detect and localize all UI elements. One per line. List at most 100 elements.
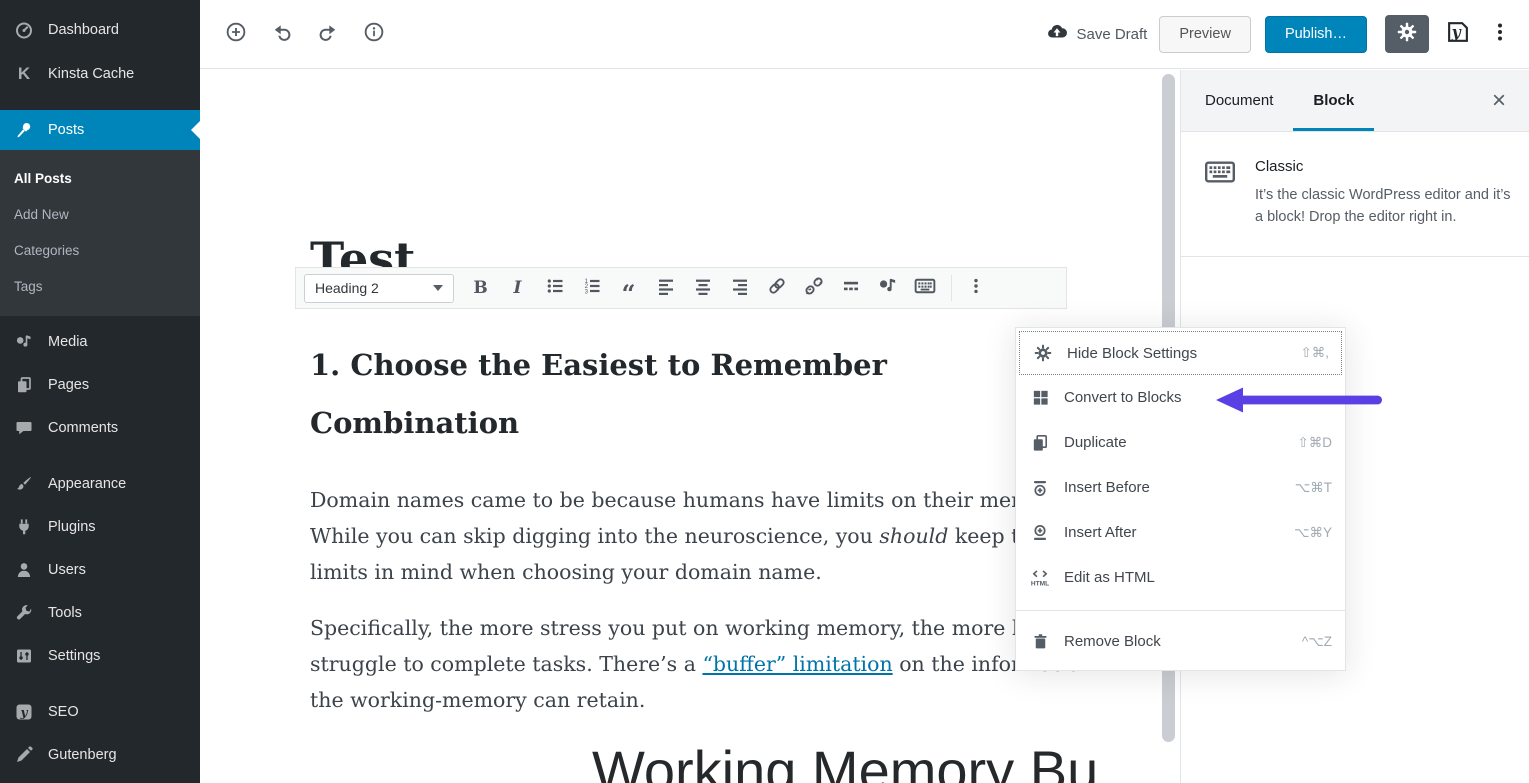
sidebar-item-posts[interactable]: Posts <box>0 110 200 150</box>
header-tools-right: Save Draft Preview Publish… y <box>1046 15 1529 53</box>
sliders-icon <box>13 645 35 667</box>
submenu-item-tags[interactable]: Tags <box>0 268 200 304</box>
plug-icon <box>13 516 35 538</box>
sidebar-item-label: SEO <box>48 704 79 720</box>
menu-item-label: Insert Before <box>1064 479 1150 496</box>
sidebar-item-media[interactable]: Media <box>0 320 200 363</box>
block-options-button[interactable] <box>957 269 994 307</box>
publish-button[interactable]: Publish… <box>1265 16 1367 53</box>
emphasized-text: should <box>879 524 948 548</box>
add-media-button[interactable] <box>869 269 906 307</box>
menu-item-label: Hide Block Settings <box>1067 345 1197 362</box>
blockquote-button[interactable]: “ <box>610 269 647 307</box>
menu-item-insert-before[interactable]: Insert Before ⌥⌘T <box>1016 465 1345 510</box>
sidebar-item-label: Comments <box>48 420 118 436</box>
sidebar-item-seo[interactable]: y SEO <box>0 690 200 733</box>
align-left-icon <box>656 276 676 301</box>
menu-item-insert-after[interactable]: Insert After ⌥⌘Y <box>1016 510 1345 555</box>
link-icon <box>766 275 788 302</box>
sidebar-item-tools[interactable]: Tools <box>0 591 200 634</box>
submenu-item-all-posts[interactable]: All Posts <box>0 160 200 196</box>
sidebar-item-gutenberg[interactable]: Gutenberg <box>0 733 200 776</box>
classic-block-toolbar: Heading 2 B I 123 “ <box>295 267 1067 309</box>
post-image-cropped[interactable]: Working Memory Bu <box>592 738 1098 783</box>
submenu-item-categories[interactable]: Categories <box>0 232 200 268</box>
cloud-upload-icon <box>1046 21 1068 47</box>
menu-item-edit-as-html[interactable]: HTML Edit as HTML <box>1016 555 1345 600</box>
sidebar-item-pages[interactable]: Pages <box>0 363 200 406</box>
undo-button[interactable] <box>264 16 300 52</box>
svg-text:y: y <box>20 705 29 719</box>
menu-item-hide-block-settings[interactable]: Hide Block Settings ⇧⌘, <box>1019 331 1342 375</box>
paragraph-block-1[interactable]: Domain names came to be because humans h… <box>310 482 1068 590</box>
sidebar-item-comments[interactable]: Comments <box>0 406 200 449</box>
html-icon: HTML <box>1029 567 1051 589</box>
sidebar-item-label: Posts <box>48 122 84 138</box>
trash-icon <box>1029 631 1051 653</box>
keyboard-shortcuts-button[interactable] <box>906 269 943 307</box>
sidebar-item-label: Users <box>48 562 86 578</box>
numbered-list-button[interactable]: 123 <box>573 269 610 307</box>
sidebar-item-dashboard[interactable]: Dashboard <box>0 8 200 52</box>
sidebar-item-label: Kinsta Cache <box>48 66 134 82</box>
paragraph-block-2[interactable]: Specifically, the more stress you put on… <box>310 610 1094 718</box>
block-info-card: Classic It’s the classic WordPress edito… <box>1181 132 1529 257</box>
keyboard-icon <box>913 274 937 303</box>
header-tools-left <box>218 16 392 52</box>
align-right-button[interactable] <box>721 269 758 307</box>
bold-icon: B <box>473 278 487 298</box>
menu-item-remove-block[interactable]: Remove Block ^⌥Z <box>1016 619 1345 664</box>
block-inserter-button[interactable] <box>218 16 254 52</box>
buffer-limitation-link[interactable]: “buffer” limitation <box>702 652 892 676</box>
sidebar-item-plugins[interactable]: Plugins <box>0 505 200 548</box>
insert-before-icon <box>1029 477 1051 499</box>
shortcut-label: ⇧⌘, <box>1300 345 1329 361</box>
sidebar-item-label: Settings <box>48 648 100 664</box>
save-draft-button[interactable]: Save Draft <box>1046 21 1147 47</box>
shortcut-label: ⌥⌘Y <box>1294 525 1332 541</box>
italic-button[interactable]: I <box>499 269 536 307</box>
insert-more-tag-button[interactable] <box>832 269 869 307</box>
tab-block[interactable]: Block <box>1293 70 1374 131</box>
content-structure-button[interactable] <box>356 16 392 52</box>
post-heading-block[interactable]: 1. Choose the Easiest to Remember Combin… <box>310 336 887 452</box>
insert-link-button[interactable] <box>758 269 795 307</box>
sidebar-item-appearance[interactable]: Appearance <box>0 462 200 505</box>
kinsta-icon: K <box>13 63 35 85</box>
yoast-icon: y <box>1445 19 1471 50</box>
preview-button[interactable]: Preview <box>1159 16 1251 53</box>
bulleted-list-button[interactable] <box>536 269 573 307</box>
wordpress-editor-window: Dashboard K Kinsta Cache Posts All Posts… <box>0 0 1529 783</box>
shortcut-label: ^⌥Z <box>1302 634 1332 650</box>
pages-icon <box>13 374 35 396</box>
settings-toggle-button[interactable] <box>1385 15 1429 53</box>
bold-button[interactable]: B <box>462 269 499 307</box>
sidebar-item-users[interactable]: Users <box>0 548 200 591</box>
paragraph-style-select[interactable]: Heading 2 <box>304 274 454 303</box>
media-icon <box>13 331 35 353</box>
menu-item-label: Duplicate <box>1064 434 1127 451</box>
sidebar-item-settings[interactable]: Settings <box>0 634 200 677</box>
italic-icon: I <box>514 278 522 298</box>
sidebar-item-label: Tools <box>48 605 82 621</box>
redo-button[interactable] <box>310 16 346 52</box>
menu-item-duplicate[interactable]: Duplicate ⇧⌘D <box>1016 420 1345 465</box>
save-draft-label: Save Draft <box>1076 26 1147 43</box>
more-tools-button[interactable] <box>1487 17 1513 51</box>
remove-link-button[interactable] <box>795 269 832 307</box>
plus-circle-icon <box>225 21 247 48</box>
dashboard-icon <box>13 19 35 41</box>
gear-icon <box>1032 342 1054 364</box>
sidebar-item-kinsta-cache[interactable]: K Kinsta Cache <box>0 52 200 96</box>
sidebar-item-label: Media <box>48 334 88 350</box>
comment-icon <box>13 417 35 439</box>
wrench-icon <box>13 602 35 624</box>
close-settings-button[interactable]: × <box>1481 70 1517 132</box>
yoast-seo-button[interactable]: y <box>1441 17 1475 51</box>
paragraph-style-value: Heading 2 <box>315 280 379 296</box>
tab-document[interactable]: Document <box>1185 70 1293 131</box>
block-options-menu: Hide Block Settings ⇧⌘, Convert to Block… <box>1015 327 1346 671</box>
align-center-button[interactable] <box>684 269 721 307</box>
submenu-item-add-new[interactable]: Add New <box>0 196 200 232</box>
align-left-button[interactable] <box>647 269 684 307</box>
